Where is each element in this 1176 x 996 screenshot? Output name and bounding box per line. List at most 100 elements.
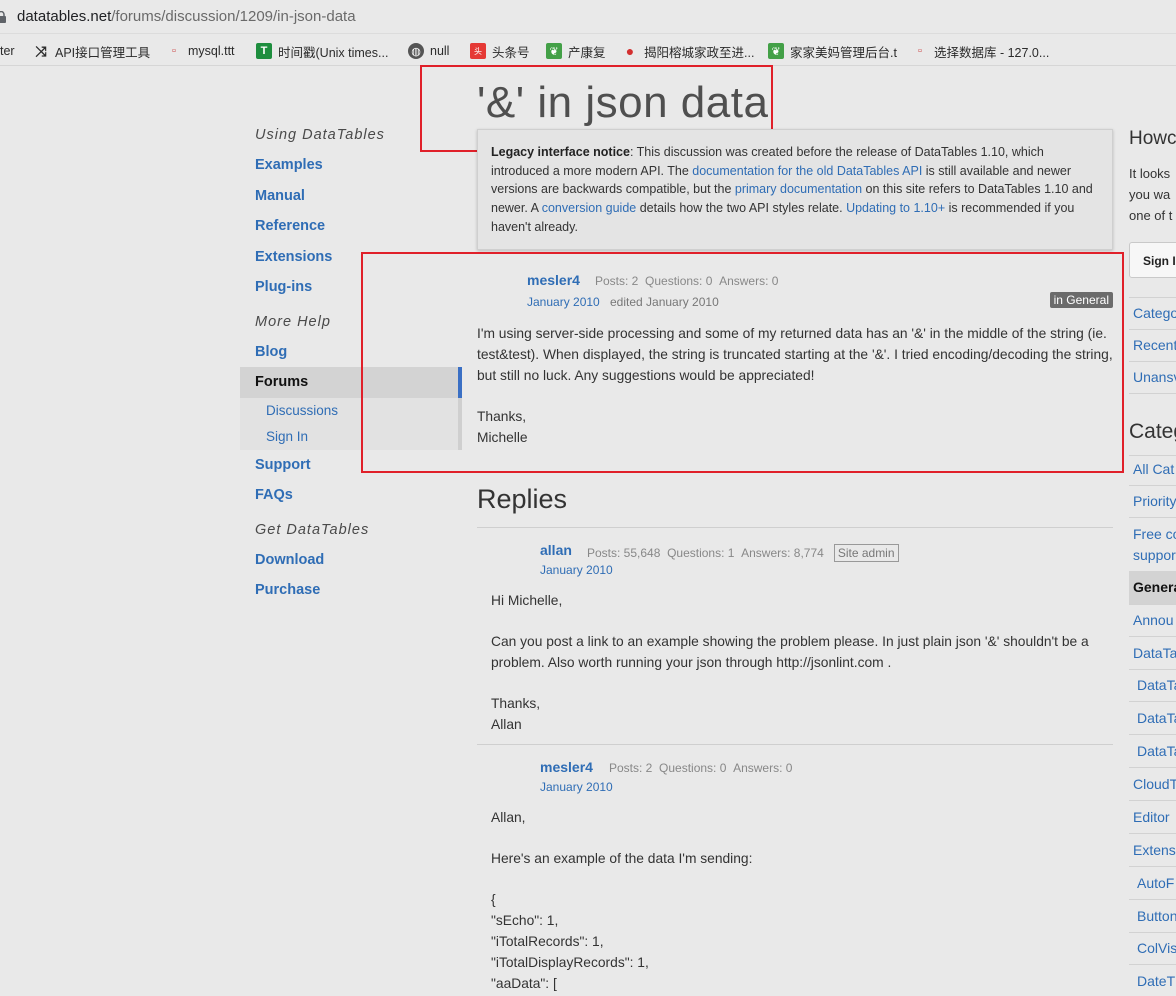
category-item[interactable]: DataTa	[1133, 645, 1176, 661]
bookmark-item[interactable]: ▫ mysql.ttt	[166, 42, 235, 60]
category-item[interactable]: AutoF	[1137, 875, 1174, 891]
post-edited: edited January 2010	[610, 295, 719, 309]
category-item-active[interactable]: Genera	[1133, 579, 1176, 595]
sidebar-item-purchase[interactable]: Purchase	[240, 575, 462, 606]
post-paragraph: Michelle	[477, 430, 528, 445]
post-paragraph: Can you post a link to an example showin…	[491, 634, 1089, 670]
post-paragraph: I'm using server-side processing and som…	[477, 326, 1113, 383]
pin-icon: ●	[625, 43, 635, 59]
category-tag[interactable]: in General	[1049, 292, 1113, 308]
sign-in-button[interactable]: Sign I	[1129, 242, 1176, 278]
site-admin-badge: Site admin	[833, 544, 899, 562]
post-paragraph: Here's an example of the data I'm sendin…	[491, 851, 753, 866]
divider	[1129, 455, 1176, 456]
legacy-notice: Legacy interface notice: This discussion…	[477, 129, 1113, 250]
url-text[interactable]: datatables.net/forums/discussion/1209/in…	[17, 8, 356, 25]
category-item[interactable]: DataTa	[1137, 710, 1176, 726]
code-line: "aaData": [	[491, 976, 557, 991]
post-date[interactable]: January 2010	[540, 780, 613, 794]
post-author[interactable]: mesler4	[527, 272, 580, 288]
category-item[interactable]: DataTa	[1137, 677, 1176, 693]
bookmark-item[interactable]: ▫ 选择数据库 - 127.0...	[912, 42, 1049, 60]
conversion-guide-link[interactable]: conversion guide	[542, 201, 637, 215]
divider	[477, 744, 1113, 745]
post-paragraph: Thanks,	[477, 409, 527, 424]
post-body: I'm using server-side processing and som…	[477, 323, 1113, 448]
post-author-stats: Posts: 2 Questions: 0 Answers: 0	[595, 274, 779, 288]
divider	[1129, 393, 1176, 394]
code-line: "sEcho": 1,	[491, 913, 559, 928]
category-item[interactable]: CloudT	[1133, 776, 1176, 792]
code-line: "iTotalRecords": 1,	[491, 934, 604, 949]
reply-post: allan Posts: 55,648 Questions: 1 Answers…	[477, 540, 1113, 740]
primary-docs-link[interactable]: primary documentation	[735, 182, 862, 196]
recent-discussions-link[interactable]: Recent	[1133, 337, 1176, 353]
divider	[1129, 964, 1176, 965]
divider	[1129, 485, 1176, 486]
divider	[1129, 767, 1176, 768]
leaf-icon: ❦	[546, 43, 562, 59]
category-item[interactable]: ColVis	[1137, 940, 1176, 956]
bookmark-item[interactable]: ❦ 家家美妈管理后台.t	[768, 42, 897, 60]
category-item[interactable]: suppor	[1133, 547, 1176, 563]
categories-heading: Categ	[1129, 420, 1176, 443]
legacy-text: details how the two API styles relate.	[636, 201, 847, 216]
category-item[interactable]: Button	[1137, 908, 1176, 924]
post-author-stats: Posts: 55,648 Questions: 1 Answers: 8,77…	[587, 544, 899, 562]
sidebar-item-faqs[interactable]: FAQs	[240, 480, 462, 511]
howdy-text: one of t	[1129, 208, 1173, 223]
updating-link[interactable]: Updating to 1.10+	[846, 201, 945, 215]
category-item[interactable]: Priority	[1133, 493, 1176, 509]
post-date[interactable]: January 2010	[540, 563, 613, 577]
bookmark-item[interactable]: 头头条号	[470, 42, 530, 60]
divider	[1129, 517, 1176, 518]
post-author[interactable]: allan	[540, 542, 572, 558]
divider	[477, 527, 1113, 528]
divider	[1129, 329, 1176, 330]
old-api-docs-link[interactable]: documentation for the old DataTables API	[692, 164, 922, 178]
category-item[interactable]: Extens	[1133, 842, 1176, 858]
shuffle-icon: ⤨	[35, 42, 47, 59]
post-paragraph: Allan	[491, 717, 522, 732]
post-body: Allan, Here's an example of the data I'm…	[491, 807, 1111, 994]
unanswered-link[interactable]: Unansv	[1133, 369, 1176, 385]
bookmark-item[interactable]: ter	[0, 42, 15, 60]
bookmark-item[interactable]: ⤨ API接口管理工具	[33, 42, 150, 60]
sidebar-item-examples[interactable]: Examples	[240, 150, 462, 181]
categories-link[interactable]: Catego	[1133, 305, 1176, 321]
post-date[interactable]: January 2010	[527, 295, 600, 309]
toutiao-icon: 头	[470, 43, 486, 59]
sidebar-item-download[interactable]: Download	[240, 545, 462, 576]
category-item[interactable]: Free co	[1133, 526, 1176, 542]
category-item[interactable]: DateT	[1137, 973, 1175, 989]
divider	[1129, 669, 1176, 670]
divider	[1129, 361, 1176, 362]
page-icon: ▫	[172, 45, 176, 57]
sidebar-item-reference[interactable]: Reference	[240, 211, 462, 242]
bookmarks-bar: ter ⤨ API接口管理工具 ▫ mysql.ttt T 时间戳(Unix time…	[0, 34, 1176, 66]
category-item[interactable]: DataTa	[1137, 743, 1176, 759]
legacy-notice-label: Legacy interface notice	[491, 145, 630, 159]
category-item[interactable]: Editor	[1133, 809, 1170, 825]
howdy-text: It looks	[1129, 166, 1171, 181]
divider	[1129, 297, 1176, 298]
bookmark-item[interactable]: T 时间戳(Unix times...	[256, 42, 388, 60]
divider	[1129, 866, 1176, 867]
bookmark-item[interactable]: ❦ 产康复	[546, 42, 606, 60]
category-item[interactable]: Annou	[1133, 612, 1173, 628]
sidebar-heading: Get DataTables	[255, 521, 370, 538]
divider	[1129, 604, 1176, 605]
address-bar[interactable]: datatables.net/forums/discussion/1209/in…	[0, 0, 1176, 34]
howdy-heading: Howc	[1129, 128, 1176, 149]
lock-icon	[0, 11, 6, 23]
post-author[interactable]: mesler4	[540, 759, 593, 775]
category-item[interactable]: All Cat	[1133, 461, 1174, 477]
reply-post: mesler4 Posts: 2 Questions: 0 Answers: 0…	[477, 757, 1113, 996]
leaf-icon: ❦	[768, 43, 784, 59]
question-post: mesler4 Posts: 2 Questions: 0 Answers: 0…	[477, 270, 1113, 460]
bookmark-item[interactable]: ◍ null	[408, 42, 449, 60]
divider	[1129, 800, 1176, 801]
sidebar-item-manual[interactable]: Manual	[240, 181, 462, 212]
divider	[1129, 932, 1176, 933]
bookmark-item[interactable]: ● 揭阳榕城家政至进...	[622, 42, 755, 60]
